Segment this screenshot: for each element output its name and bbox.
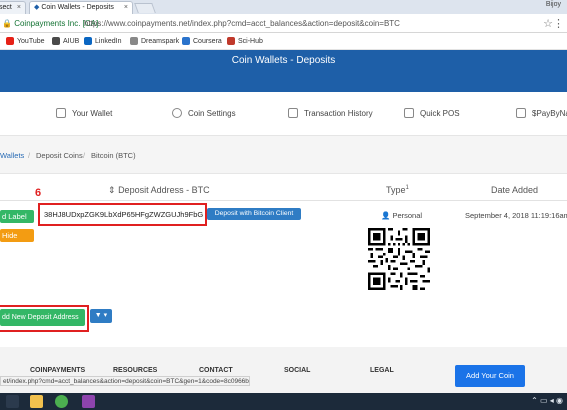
tab-label: Coin Wallets - Deposits — [41, 4, 114, 11]
paybyname-icon — [516, 108, 526, 118]
nav-coin-settings[interactable]: Coin Settings — [172, 108, 236, 118]
close-icon[interactable]: × — [124, 2, 128, 14]
breadcrumb-wallets[interactable]: Wallets — [0, 151, 24, 160]
chrome-icon[interactable] — [55, 395, 68, 408]
site-header: Coin Wallets - Deposits — [0, 50, 567, 92]
breadcrumb-deposit-coins[interactable]: Deposit Coins — [36, 151, 83, 160]
deposit-address-header: ⇕ Deposit Address - BTC — [108, 185, 210, 195]
browser-tab-bar: sect × ◆ Coin Wallets - Deposits × Bijoy — [0, 0, 567, 14]
table-divider — [0, 200, 567, 201]
breadcrumb: Wallets / Deposit Coins / Bitcoin (BTC) — [0, 136, 567, 174]
browser-menu-icon[interactable]: ⋮ — [553, 17, 564, 30]
gear-icon — [172, 108, 182, 118]
new-tab-button[interactable] — [134, 3, 156, 13]
wallet-icon — [56, 108, 66, 118]
window-user-name[interactable]: Bijoy — [546, 1, 561, 8]
bookmark-coursera[interactable]: Coursera — [182, 37, 222, 45]
bookmark-star-icon[interactable]: ☆ — [543, 17, 553, 30]
footer-coinpayments: COINPAYMENTS — [30, 367, 86, 374]
deposit-with-bitcoin-client-button[interactable]: Deposit with Bitcoin Client — [207, 208, 301, 220]
bookmark-aiub[interactable]: AIUB — [52, 37, 79, 45]
footer-social: SOCIAL — [284, 367, 311, 374]
bookmark-youtube[interactable]: YouTube — [6, 37, 45, 45]
add-new-deposit-address-button[interactable]: dd New Deposit Address — [0, 309, 85, 326]
filter-dropdown-button[interactable]: ▼ ▾ — [90, 309, 112, 323]
annotation-number: 6 — [35, 187, 42, 199]
tab-label: sect — [0, 4, 12, 11]
wallet-nav: Your Wallet Coin Settings Transaction Hi… — [0, 92, 567, 136]
file-explorer-icon[interactable] — [30, 395, 43, 408]
hide-button[interactable]: Hide — [0, 229, 34, 242]
lock-icon: 🔒 — [2, 19, 12, 28]
bookmarks-bar: YouTube AIUB LinkedIn Dreamspark Courser… — [0, 33, 567, 50]
youtube-icon — [6, 37, 14, 45]
nav-transaction-history[interactable]: Transaction History — [288, 108, 373, 118]
user-icon: 👤 — [381, 211, 391, 220]
breadcrumb-bitcoin: Bitcoin (BTC) — [91, 151, 136, 160]
breadcrumb-separator: / — [28, 151, 31, 160]
browser-tab-active[interactable]: ◆ Coin Wallets - Deposits × — [29, 1, 133, 14]
bookmark-dreamspark[interactable]: Dreamspark — [130, 37, 179, 45]
footer-legal: LEGAL — [370, 367, 394, 374]
link-status-bar: et/index.php?cmd=acct_balances&action=de… — [0, 376, 250, 386]
page-title: Coin Wallets - Deposits — [231, 55, 336, 66]
arrows-icon: ⇕ — [108, 185, 116, 195]
type-cell: 👤 Personal — [381, 211, 423, 220]
breadcrumb-separator: / — [83, 151, 86, 160]
deposit-address-value[interactable]: 38HJ8UDxpZGK9LbXdP65HFgZWZGUJh9FbG — [44, 210, 203, 219]
history-icon — [288, 108, 298, 118]
system-tray[interactable]: ⌃ ▭ ◂ ◉ — [531, 396, 563, 405]
close-icon[interactable]: × — [17, 2, 21, 14]
bookmark-scihub[interactable]: Sci-Hub — [227, 37, 263, 45]
add-your-coin-button[interactable]: Add Your Coin — [455, 365, 525, 387]
linkedin-icon — [84, 37, 92, 45]
browser-tab-previous[interactable]: sect × — [0, 1, 26, 14]
footer-contact: CONTACT — [199, 367, 233, 374]
nav-paybyname[interactable]: $PayByNa — [516, 108, 567, 118]
nav-quick-pos[interactable]: Quick POS — [404, 108, 460, 118]
edit-label-button[interactable]: d Label — [0, 210, 34, 223]
bookmark-linkedin[interactable]: LinkedIn — [84, 37, 121, 45]
date-added-header: Date Added — [491, 185, 539, 195]
scihub-icon — [227, 37, 235, 45]
start-icon[interactable] — [6, 395, 19, 408]
aiub-icon — [52, 37, 60, 45]
app-icon[interactable] — [82, 395, 95, 408]
type-header: Type1 — [386, 185, 409, 195]
url-text[interactable]: https://www.coinpayments.net/index.php?c… — [84, 19, 400, 28]
page-favicon-icon: ◆ — [34, 4, 40, 11]
dreamspark-icon — [130, 37, 138, 45]
os-taskbar: ⌃ ▭ ◂ ◉ — [0, 393, 567, 410]
footer-resources: RESOURCES — [113, 367, 158, 374]
qr-code — [368, 228, 430, 290]
date-cell: September 4, 2018 11:19:16am — [465, 211, 567, 220]
coursera-icon — [182, 37, 190, 45]
nav-your-wallet[interactable]: Your Wallet — [56, 108, 112, 118]
address-bar[interactable]: 🔒 Coinpayments Inc. [CA] https://www.coi… — [0, 14, 567, 33]
pos-icon — [404, 108, 414, 118]
